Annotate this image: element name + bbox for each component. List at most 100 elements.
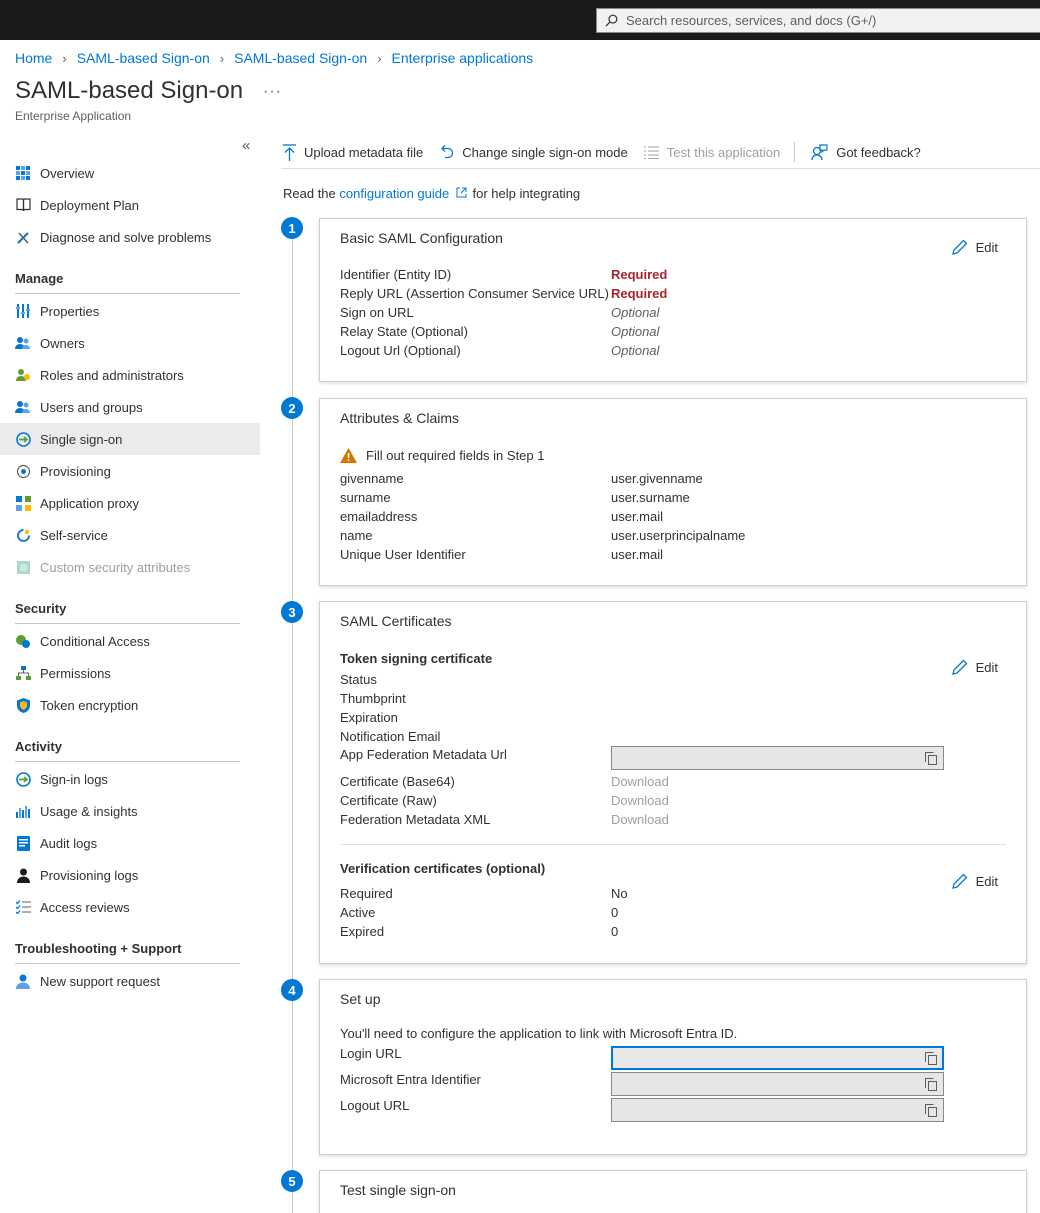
chart-icon <box>15 803 31 819</box>
properties-icon <box>15 303 31 319</box>
edit-label: Edit <box>975 239 998 255</box>
sidebar-item-token-encryption[interactable]: Token encryption <box>0 689 260 721</box>
wrench-icon <box>15 229 31 245</box>
cert-row: Status <box>340 670 1006 689</box>
toolbar-divider <box>794 142 796 162</box>
copy-icon[interactable] <box>925 751 937 765</box>
cert-field-label: Certificate (Base64) <box>340 774 455 789</box>
more-options-button[interactable]: ··· <box>263 83 282 101</box>
metadata-url-field[interactable] <box>611 746 944 770</box>
cert-field-label: Active <box>340 905 376 920</box>
list-icon <box>643 146 659 159</box>
section-troubleshooting: Troubleshooting + Support <box>15 941 182 956</box>
sidebar-item-usage-insights[interactable]: Usage & insights <box>0 795 260 827</box>
download-link[interactable]: Download <box>611 812 669 827</box>
search-icon <box>605 14 618 27</box>
sidebar-item-label: Provisioning <box>40 463 111 479</box>
cert-field-label: Status <box>340 672 377 687</box>
search-input[interactable]: Search resources, services, and docs (G+… <box>596 8 1040 33</box>
entra-identifier-field[interactable] <box>611 1072 944 1096</box>
sidebar-item-owners[interactable]: Owners <box>0 327 260 359</box>
cert-field-label: Certificate (Raw) <box>340 793 437 808</box>
login-url-field[interactable] <box>611 1046 944 1070</box>
setup-row: Microsoft Entra Identifier <box>340 1072 1006 1098</box>
sidebar-item-roles[interactable]: Roles and administrators <box>0 359 260 391</box>
cert-row: Active 0 <box>340 903 1006 922</box>
logout-url-field[interactable] <box>611 1098 944 1122</box>
section-security: Security <box>15 601 67 616</box>
cert-field-label: Required <box>340 886 393 901</box>
breadcrumb-saml-1[interactable]: SAML-based Sign-on <box>77 50 210 66</box>
sidebar-item-label: Conditional Access <box>40 633 150 649</box>
claim-value: user.surname <box>611 490 690 505</box>
intro-text: Read the configuration guide for help in… <box>283 186 580 201</box>
sidebar-item-conditional-access[interactable]: Conditional Access <box>0 625 260 657</box>
copy-icon[interactable] <box>925 1051 937 1065</box>
cert-row: App Federation Metadata Url <box>340 746 1006 772</box>
edit-token-cert-button[interactable]: Edit <box>951 659 998 675</box>
shield-icon <box>15 697 31 713</box>
sidebar-item-diagnose[interactable]: Diagnose and solve problems <box>0 221 260 253</box>
setup-field-label: Login URL <box>340 1046 402 1061</box>
setup-row: Login URL <box>340 1046 1006 1072</box>
sidebar-item-users-groups[interactable]: Users and groups <box>0 391 260 423</box>
upload-metadata-button[interactable]: Upload metadata file <box>283 143 423 161</box>
breadcrumb-home[interactable]: Home <box>15 50 52 66</box>
token-signing-heading: Token signing certificate <box>340 651 493 666</box>
change-sso-mode-label: Change single sign-on mode <box>462 144 628 160</box>
copy-icon[interactable] <box>925 1077 937 1091</box>
test-application-label: Test this application <box>666 144 781 160</box>
field-row: Relay State (Optional) Optional <box>340 322 1006 341</box>
sidebar-item-sign-in-logs[interactable]: Sign-in logs <box>0 763 260 795</box>
card-title: Test single sign-on <box>340 1182 456 1198</box>
sidebar-item-provisioning-logs[interactable]: Provisioning logs <box>0 859 260 891</box>
claim-row: Unique User Identifier user.mail <box>340 545 1006 564</box>
sidebar-item-label: Owners <box>40 335 85 351</box>
breadcrumb-saml-2[interactable]: SAML-based Sign-on <box>234 50 367 66</box>
sidebar-item-custom-security-attributes[interactable]: Custom security attributes <box>0 551 260 583</box>
test-application-button[interactable]: Test this application <box>643 144 781 160</box>
feedback-icon <box>811 143 828 160</box>
test-sso-card: Test single sign-on <box>319 1170 1027 1213</box>
cert-row: Expiration <box>340 708 1006 727</box>
configuration-guide-link[interactable]: configuration guide <box>339 186 449 201</box>
sidebar-item-overview[interactable]: Overview <box>0 157 260 189</box>
sidebar-item-new-support-request[interactable]: New support request <box>0 965 260 997</box>
copy-icon[interactable] <box>925 1103 937 1117</box>
collapse-sidebar-button[interactable]: « <box>242 137 250 154</box>
field-status: Required <box>611 267 668 282</box>
field-status: Optional <box>611 343 660 358</box>
chevron-right-icon: › <box>219 50 225 66</box>
sidebar-item-label: New support request <box>40 973 160 989</box>
sidebar-item-label: Single sign-on <box>40 431 123 447</box>
download-link[interactable]: Download <box>611 774 669 789</box>
sidebar-item-single-sign-on[interactable]: Single sign-on <box>0 423 260 455</box>
sidebar-item-deployment-plan[interactable]: Deployment Plan <box>0 189 260 221</box>
feedback-button[interactable]: Got feedback? <box>811 143 921 161</box>
sidebar-item-properties[interactable]: Properties <box>0 295 260 327</box>
sidebar-item-access-reviews[interactable]: Access reviews <box>0 891 260 923</box>
change-sso-mode-button[interactable]: Change single sign-on mode <box>439 145 628 160</box>
cert-field-label: App Federation Metadata Url <box>340 747 507 762</box>
sidebar-item-application-proxy[interactable]: Application proxy <box>0 487 260 519</box>
sidebar-item-provisioning[interactable]: Provisioning <box>0 455 260 487</box>
sidebar-item-label: Users and groups <box>40 399 143 415</box>
edit-basic-saml-button[interactable]: Edit <box>951 239 998 255</box>
claim-row: name user.userprincipalname <box>340 526 1006 545</box>
field-row: Identifier (Entity ID) Required <box>340 265 1006 284</box>
divider <box>15 293 240 294</box>
sidebar-item-label: Custom security attributes <box>40 559 191 575</box>
sidebar-item-permissions[interactable]: Permissions <box>0 657 260 689</box>
cert-field-label: Thumbprint <box>340 691 406 706</box>
sidebar-item-audit-logs[interactable]: Audit logs <box>0 827 260 859</box>
edit-verification-cert-button[interactable]: Edit <box>951 873 998 889</box>
pencil-icon <box>951 659 968 675</box>
step-badge-5: 5 <box>281 1170 303 1192</box>
sidebar-item-label: Usage & insights <box>40 803 138 819</box>
cert-row: Required No <box>340 884 1006 903</box>
download-link[interactable]: Download <box>611 793 669 808</box>
sidebar-item-self-service[interactable]: Self-service <box>0 519 260 551</box>
breadcrumb-enterprise-apps[interactable]: Enterprise applications <box>392 50 534 66</box>
sidebar-item-label: Audit logs <box>40 835 98 851</box>
step-badge-2: 2 <box>281 397 303 419</box>
